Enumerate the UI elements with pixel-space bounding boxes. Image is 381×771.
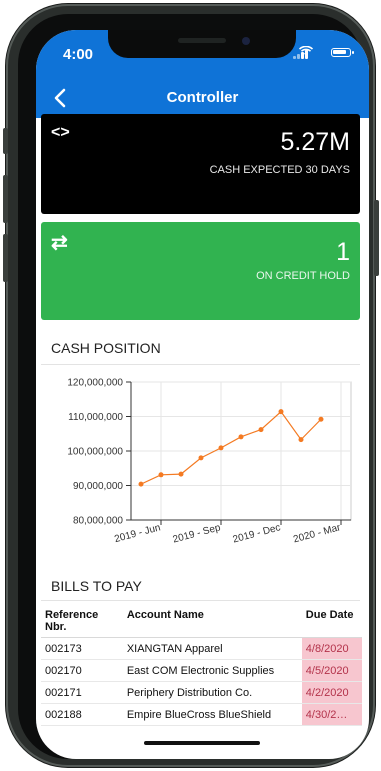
data-point xyxy=(298,437,304,443)
kpi-cash-expected-card[interactable]: <> 5.27M CASH EXPECTED 30 DAYS xyxy=(41,114,360,214)
data-point xyxy=(218,445,224,451)
kpi-label: ON CREDIT HOLD xyxy=(256,270,350,282)
reference-cell: 002170 xyxy=(41,659,123,682)
page-title: Controller xyxy=(166,89,239,106)
battery-icon xyxy=(331,48,354,57)
table-row[interactable]: 002170 East COM Electronic Supplies 4/5/… xyxy=(41,659,362,682)
bills-table: Reference Nbr. Account Name Due Date 002… xyxy=(41,605,362,726)
status-icons xyxy=(271,45,354,60)
data-point xyxy=(278,409,284,415)
y-tick-label: 80,000,000 xyxy=(73,516,123,527)
data-point xyxy=(258,427,264,433)
reference-cell: 002171 xyxy=(41,681,123,704)
data-point xyxy=(318,416,324,422)
wifi-icon xyxy=(298,45,314,60)
volume-up-button xyxy=(3,175,8,223)
y-tick-label: 110,000,000 xyxy=(68,412,123,423)
notch xyxy=(108,30,296,58)
code-icon: <> xyxy=(51,124,70,141)
reference-cell: 002173 xyxy=(41,637,123,660)
camera xyxy=(242,37,250,45)
kpi-value: 1 xyxy=(336,238,350,266)
kpi-value: 5.27M xyxy=(280,128,350,156)
speaker xyxy=(178,38,226,43)
data-point xyxy=(238,434,244,440)
reference-cell: 002188 xyxy=(41,703,123,726)
data-point xyxy=(198,455,204,461)
power-button xyxy=(374,200,379,276)
kpi-credit-hold-card[interactable]: ⇄ 1 ON CREDIT HOLD xyxy=(41,222,360,320)
x-tick-label: 2019 - Dec xyxy=(232,522,282,545)
y-tick-label: 120,000,000 xyxy=(67,378,123,389)
account-cell: XIANGTAN Apparel xyxy=(122,637,302,660)
account-cell: Empire BlueCross BlueShield xyxy=(122,703,302,726)
account-cell: East COM Electronic Supplies xyxy=(122,659,302,682)
column-header-account-name[interactable]: Account Name xyxy=(122,605,302,638)
column-header-due-date[interactable]: Due Date xyxy=(301,605,362,638)
table-row[interactable]: 002171 Periphery Distribution Co. 4/2/20… xyxy=(41,681,362,704)
y-tick-label: 100,000,000 xyxy=(67,447,123,458)
bills-to-pay-title: BILLS TO PAY xyxy=(51,578,142,594)
y-tick-label: 90,000,000 xyxy=(73,481,123,492)
swap-arrows-icon: ⇄ xyxy=(51,232,68,254)
account-cell: Periphery Distribution Co. xyxy=(122,681,302,704)
status-bar: 4:00 xyxy=(36,30,369,78)
data-point xyxy=(178,471,184,477)
due-date-cell: 4/2/2020 xyxy=(301,681,362,704)
cash-position-title: CASH POSITION xyxy=(51,340,161,356)
divider xyxy=(41,364,360,365)
kpi-label: CASH EXPECTED 30 DAYS xyxy=(209,164,350,176)
due-date-cell: 4/8/2020 xyxy=(301,637,362,660)
home-indicator[interactable] xyxy=(144,741,260,745)
column-header-reference[interactable]: Reference Nbr. xyxy=(41,605,123,638)
x-tick-label: 2019 - Sep xyxy=(172,522,223,545)
x-tick-label: 2020 - Mar xyxy=(292,522,342,545)
table-header-row: Reference Nbr. Account Name Due Date xyxy=(41,605,362,638)
table-row[interactable]: 002173 XIANGTAN Apparel 4/8/2020 xyxy=(41,637,362,660)
navigation-bar: Controller xyxy=(36,78,369,118)
table-row[interactable]: 002188 Empire BlueCross BlueShield 4/30/… xyxy=(41,703,362,726)
screen: 4:00 Controller <> 5.27M CASH EXPECTED 3… xyxy=(36,30,369,759)
status-time: 4:00 xyxy=(63,46,94,63)
data-point xyxy=(158,472,164,478)
due-date-cell: 4/30/2… xyxy=(301,703,362,726)
volume-down-button xyxy=(3,234,8,282)
data-point xyxy=(138,481,144,487)
mute-switch xyxy=(3,128,8,154)
divider xyxy=(41,600,360,601)
cash-position-chart: 80,000,000 90,000,000 100,000,000 110,000,0… xyxy=(67,378,352,546)
due-date-cell: 4/5/2020 xyxy=(301,659,362,682)
